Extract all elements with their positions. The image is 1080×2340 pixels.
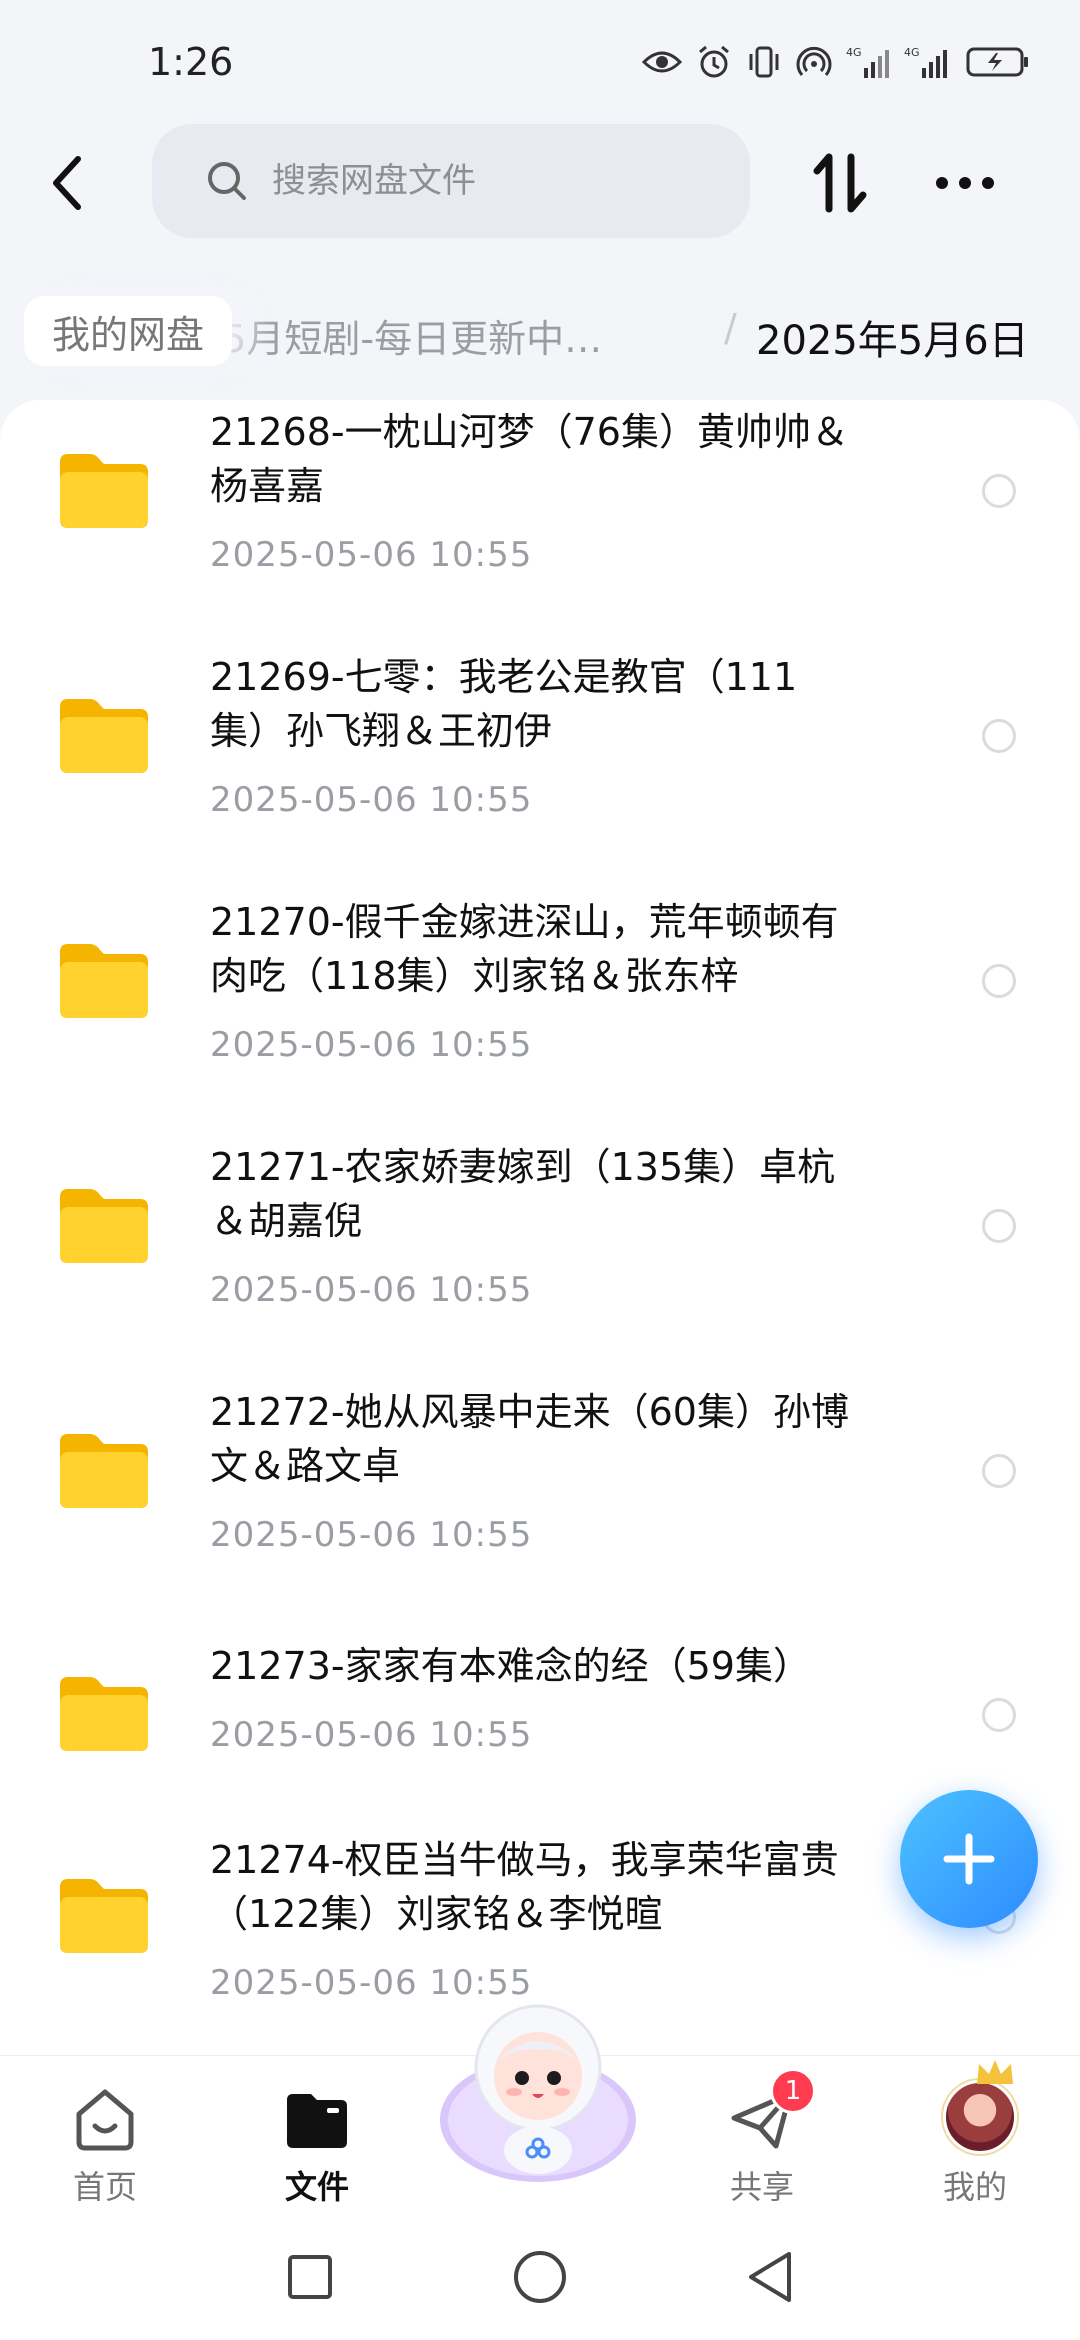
folder-icon [60,1879,148,1953]
folder-icon [60,699,148,773]
share-badge: 1 [770,2068,816,2114]
folder-icon [60,1677,148,1751]
file-name-line: 集）孙飞翔＆王初伊 [210,709,553,753]
status-time: 1:26 [148,40,234,84]
home-icon [76,2089,134,2151]
home-button[interactable] [510,2247,570,2307]
file-name-line: 21272-她从风暴中走来（60集）孙博 [210,1390,849,1434]
file-date: 2025-05-06 10:55 [210,1025,533,1065]
signal-4g-icon-2: 4G [904,46,947,78]
select-radio[interactable] [982,1209,1016,1243]
breadcrumb-middle[interactable]: 5年5月短剧-每日更新中… [160,308,720,363]
file-row[interactable]: 21268-一枕山河梦（76集）黄帅帅＆ 杨喜嘉 2025-05-06 10:5… [0,400,1080,645]
recents-button[interactable] [280,2247,340,2307]
file-row[interactable]: 21269-七零：我老公是教官（111 集）孙飞翔＆王初伊 2025-05-06… [0,645,1080,890]
system-nav [0,2205,1080,2340]
breadcrumb-separator: / [724,306,737,350]
file-name-line: 肉吃（118集）刘家铭＆张东梓 [210,954,739,998]
hotspot-icon [796,46,832,76]
header [0,118,1080,248]
plus-icon [943,1833,995,1885]
file-date: 2025-05-06 10:55 [210,1515,533,1555]
file-name: 21273-家家有本难念的经（59集） [210,1639,910,1693]
nav-files-label: 文件 [284,2168,349,2206]
nav-home[interactable]: 首页 [35,2076,175,2206]
svg-text:4G: 4G [846,46,862,59]
circle-icon [514,2251,566,2303]
mascot-assistant-button[interactable] [428,1990,648,2190]
file-name-line: （122集）刘家铭＆李悦暄 [210,1892,663,1936]
file-name-line: 21273-家家有本难念的经（59集） [210,1644,811,1688]
nav-files[interactable]: 文件 [247,2076,387,2206]
select-radio[interactable] [982,719,1016,753]
file-name: 21274-权臣当牛做马，我享荣华富贵 （122集）刘家铭＆李悦暄 [210,1833,910,1941]
select-radio[interactable] [982,1698,1016,1732]
sort-icon [813,153,867,213]
file-row[interactable]: 21273-家家有本难念的经（59集） 2025-05-06 10:55 [0,1625,1080,1815]
square-icon [288,2255,332,2299]
breadcrumb-current: 2025年5月6日 [756,318,1029,364]
file-name: 21268-一枕山河梦（76集）黄帅帅＆ 杨喜嘉 [210,405,910,513]
file-name: 21271-农家娇妻嫁到（135集）卓杭 ＆胡嘉倪 [210,1140,910,1248]
file-name-line: 21269-七零：我老公是教官（111 [210,655,798,699]
folder-icon [60,454,148,528]
search-icon [208,162,246,200]
add-button[interactable] [900,1790,1038,1928]
select-radio[interactable] [982,474,1016,508]
file-row[interactable]: 21270-假千金嫁进深山，荒年顿顿有 肉吃（118集）刘家铭＆张东梓 2025… [0,890,1080,1135]
folder-icon [60,944,148,1018]
breadcrumb: 我的网盘 5年5月短剧-每日更新中… / 2025年5月6日 [0,292,1080,372]
file-date: 2025-05-06 10:55 [210,1270,533,1310]
nav-share[interactable]: 1 共享 [692,2068,832,2206]
crown-icon [977,2060,1013,2084]
triangle-icon [749,2252,791,2302]
back-button[interactable] [36,148,96,218]
status-icons: 4G 4G [642,44,1030,80]
svg-text:4G: 4G [904,46,920,59]
select-radio[interactable] [982,964,1016,998]
file-name-line: ＆胡嘉倪 [210,1199,363,1243]
signal-4g-icon: 4G [846,46,889,78]
nav-mine-label: 我的 [942,2168,1007,2206]
file-name-line: 文＆路文卓 [210,1444,401,1488]
file-name-line: 21274-权臣当牛做马，我享荣华富贵 [210,1838,839,1882]
avatar [943,2080,1017,2154]
search-box[interactable] [152,124,750,238]
sort-button[interactable] [808,148,872,218]
file-date: 2025-05-06 10:55 [210,780,533,820]
file-row[interactable]: 21272-她从风暴中走来（60集）孙博 文＆路文卓 2025-05-06 10… [0,1380,1080,1625]
select-radio[interactable] [982,1454,1016,1488]
folder-icon [60,1434,148,1508]
files-icon [287,2094,347,2148]
file-row[interactable]: 21271-农家娇妻嫁到（135集）卓杭 ＆胡嘉倪 2025-05-06 10:… [0,1135,1080,1380]
status-bar: 1:26 4G 4G [0,0,1080,130]
back-system-button[interactable] [740,2247,800,2307]
file-name: 21270-假千金嫁进深山，荒年顿顿有 肉吃（118集）刘家铭＆张东梓 [210,895,910,1003]
nav-share-label: 共享 [729,2168,794,2206]
nav-home-label: 首页 [72,2168,137,2206]
search-input[interactable] [270,160,694,202]
file-list: 21268-一枕山河梦（76集）黄帅帅＆ 杨喜嘉 2025-05-06 10:5… [0,400,1080,2055]
vibrate-icon [749,46,779,78]
more-button[interactable] [930,148,1000,218]
more-icon [936,177,994,189]
file-date: 2025-05-06 10:55 [210,535,533,575]
file-date: 2025-05-06 10:55 [210,1715,533,1755]
file-name-line: 21268-一枕山河梦（76集）黄帅帅＆ [210,410,849,454]
alarm-icon [699,45,729,78]
file-name: 21272-她从风暴中走来（60集）孙博 文＆路文卓 [210,1385,910,1493]
file-name-line: 21271-农家娇妻嫁到（135集）卓杭 [210,1145,836,1189]
battery-icon [966,47,1028,77]
file-name: 21269-七零：我老公是教官（111 集）孙飞翔＆王初伊 [210,650,910,758]
back-icon [53,156,81,210]
file-name-line: 杨喜嘉 [210,464,325,508]
folder-icon [60,1189,148,1263]
nav-mine[interactable]: 我的 [905,2060,1045,2206]
eye-icon [642,51,682,73]
breadcrumb-root[interactable]: 我的网盘 [24,296,233,366]
file-name-line: 21270-假千金嫁进深山，荒年顿顿有 [210,900,839,944]
